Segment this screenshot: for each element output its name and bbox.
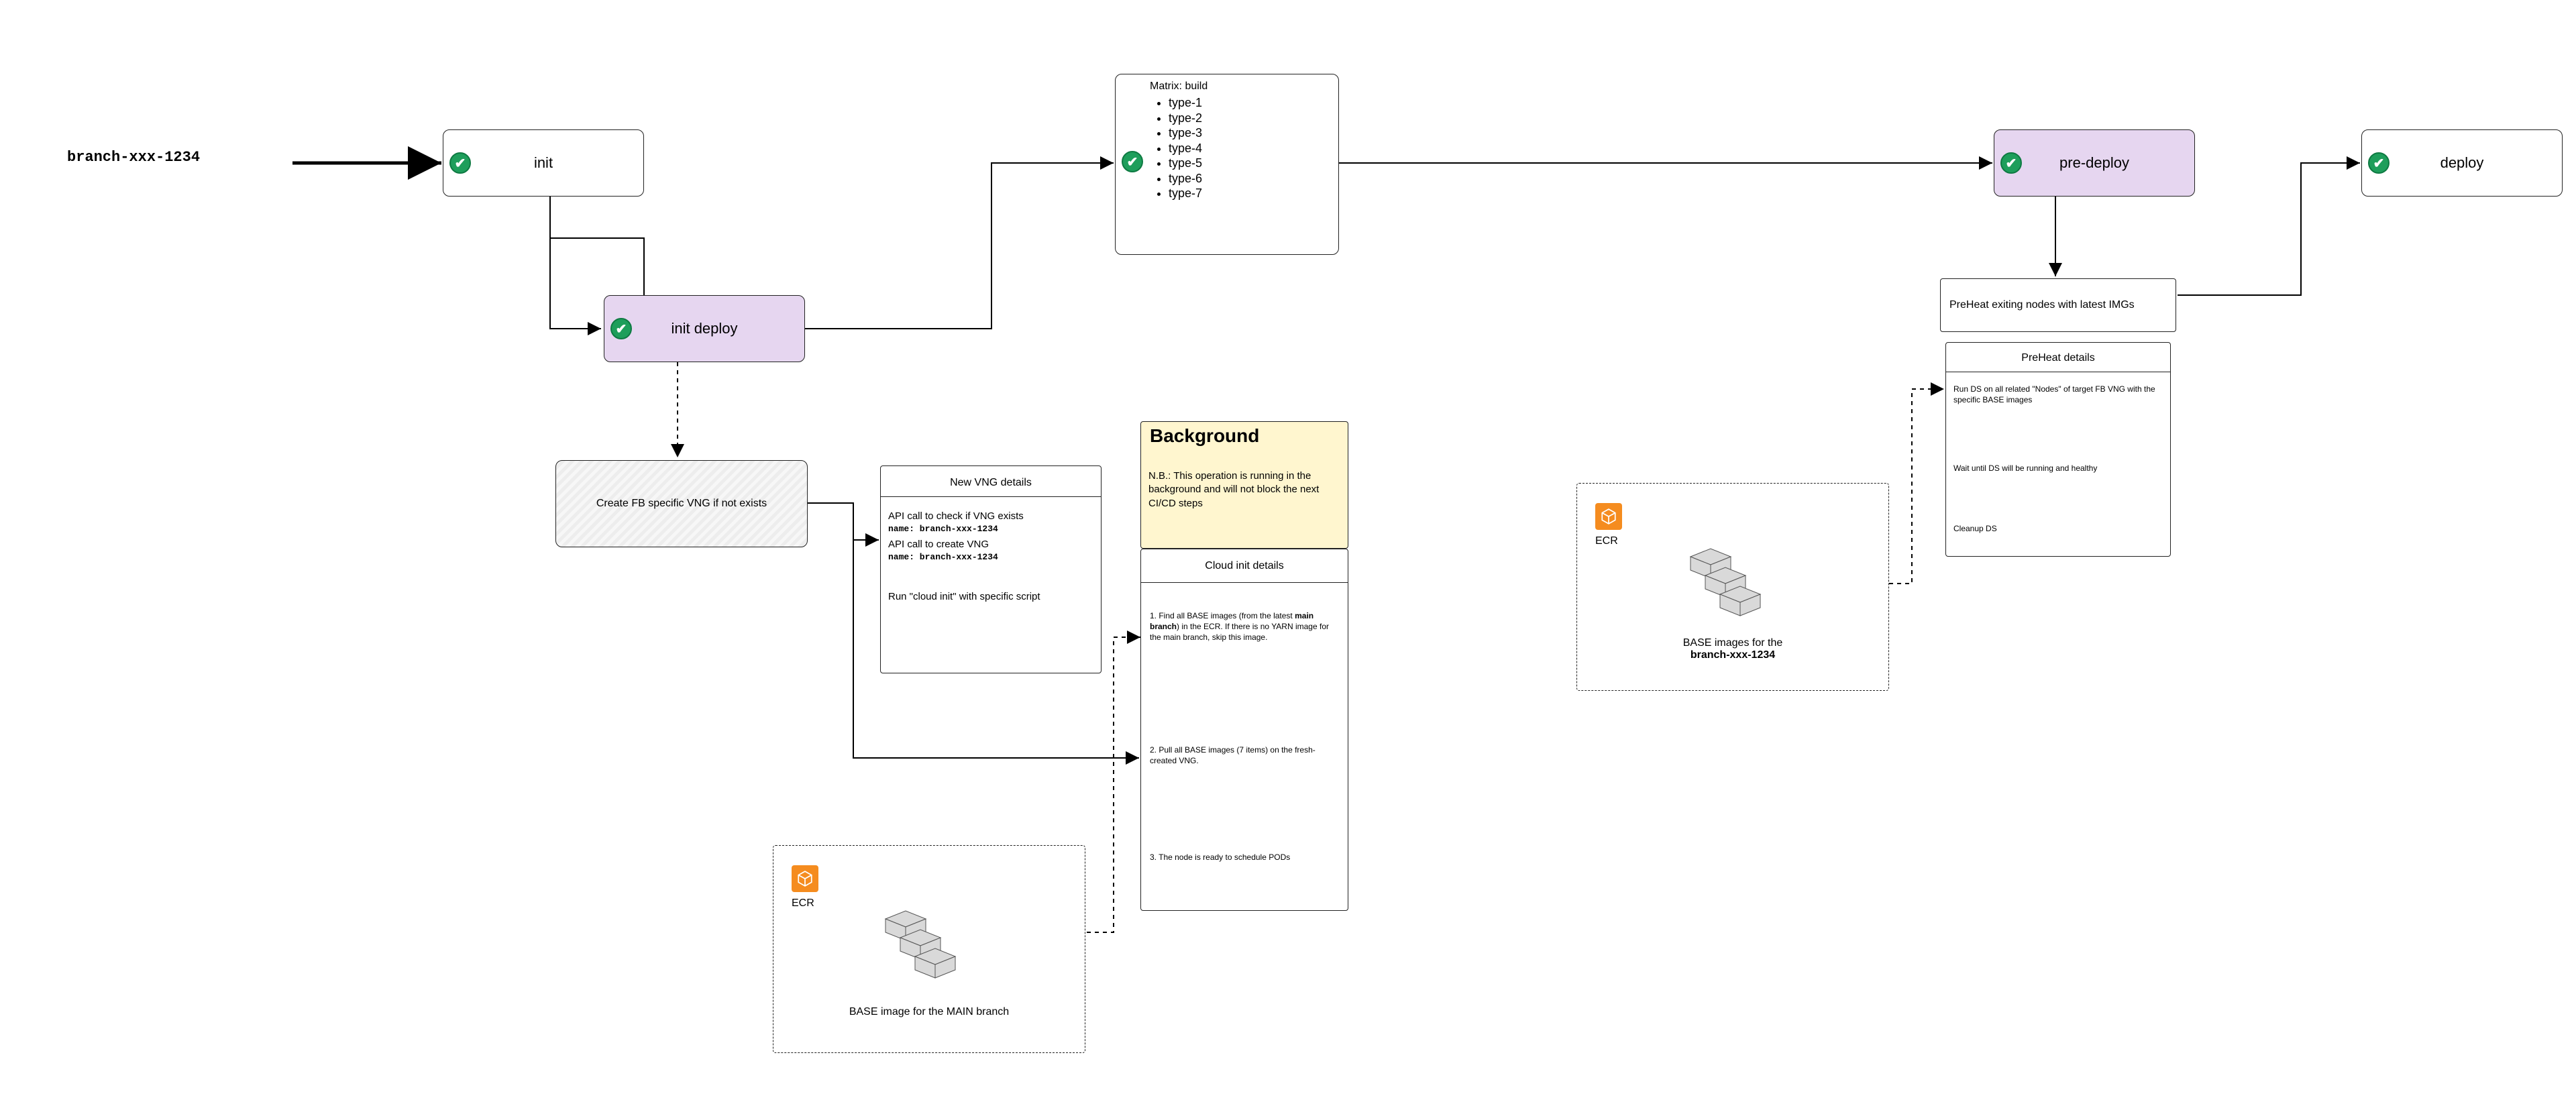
ecr-branch-caption: BASE images for the branch-xxx-1234: [1576, 637, 1889, 661]
node-init-label: init: [443, 129, 644, 197]
ecr-main-caption: BASE image for the MAIN branch: [773, 1006, 1085, 1018]
node-pre-deploy-label: pre-deploy: [1994, 129, 2195, 197]
ecr-icon: [792, 865, 818, 892]
cloud-init-step-3: 3. The node is ready to schedule PODs: [1150, 852, 1340, 863]
node-init-deploy-label: init deploy: [604, 295, 805, 362]
ecr-branch-label: ECR: [1595, 535, 1618, 547]
text: branch-xxx-1234: [1576, 649, 1889, 661]
text: 1. Find all BASE images (from the latest: [1150, 611, 1295, 620]
matrix-type-item: type-3: [1169, 125, 1331, 141]
text: API call to check if VNG exists: [888, 510, 1093, 523]
preheat-step-1: Run DS on all related "Nodes" of target …: [1953, 384, 2161, 405]
matrix-build-content: Matrix: build type-1type-2type-3type-4ty…: [1150, 80, 1331, 201]
matrix-type-item: type-6: [1169, 171, 1331, 186]
panel-background-body: N.B.: This operation is running in the b…: [1148, 470, 1340, 510]
text: ) in the ECR. If there is no YARN image …: [1150, 622, 1329, 642]
text: name: branch-xxx-1234: [888, 523, 1093, 535]
boxes-icon: [879, 899, 959, 979]
matrix-type-item: type-7: [1169, 186, 1331, 201]
matrix-type-item: type-5: [1169, 156, 1331, 171]
boxes-icon: [1684, 537, 1764, 617]
panel-new-vng-body: API call to check if VNG exists name: br…: [888, 510, 1093, 604]
check-icon: [1122, 151, 1143, 172]
pipeline-diagram: branch-xxx-1234 init init deploy Matrix:…: [0, 0, 2576, 1100]
panel-preheat-nodes-label: PreHeat exiting nodes with latest IMGs: [1940, 278, 2176, 332]
text: BASE images for the: [1576, 637, 1889, 649]
cloud-init-step-1: 1. Find all BASE images (from the latest…: [1150, 610, 1340, 643]
start-branch-label: branch-xxx-1234: [67, 149, 295, 166]
matrix-type-item: type-2: [1169, 111, 1331, 126]
text: Run "cloud init" with specific script: [888, 590, 1093, 604]
preheat-step-2: Wait until DS will be running and health…: [1953, 463, 2161, 474]
matrix-type-item: type-4: [1169, 141, 1331, 156]
panel-preheat-title: PreHeat details: [1945, 346, 2171, 370]
text: API call to create VNG: [888, 538, 1093, 551]
cloud-init-step-2: 2. Pull all BASE images (7 items) on the…: [1150, 745, 1340, 766]
matrix-type-item: type-1: [1169, 95, 1331, 111]
preheat-step-3: Cleanup DS: [1953, 523, 2161, 534]
panel-background-title: Background: [1150, 425, 1344, 447]
node-deploy-label: deploy: [2361, 129, 2563, 197]
ecr-icon: [1595, 503, 1622, 530]
matrix-build-types: type-1type-2type-3type-4type-5type-6type…: [1150, 95, 1331, 201]
panel-cloud-init-title: Cloud init details: [1140, 553, 1348, 580]
matrix-build-title: Matrix: build: [1150, 80, 1331, 93]
panel-new-vng-title: New VNG details: [880, 470, 1102, 496]
ecr-main-label: ECR: [792, 897, 814, 910]
node-create-vng-label: Create FB specific VNG if not exists: [555, 460, 808, 547]
text: name: branch-xxx-1234: [888, 551, 1093, 563]
